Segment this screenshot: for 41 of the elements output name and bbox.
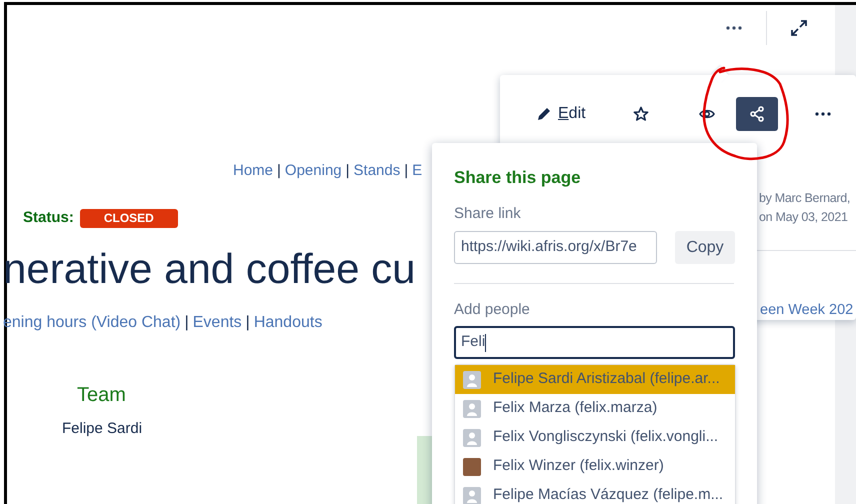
more-icon[interactable] bbox=[726, 26, 742, 30]
edit-button[interactable]: Edit bbox=[528, 97, 594, 131]
avatar-icon bbox=[463, 370, 481, 388]
page-link[interactable]: een Week 202 bbox=[760, 300, 854, 320]
share-link-field[interactable]: https://wiki.afris.org/x/Br7e bbox=[454, 231, 657, 264]
team-member: Felipe Sardi bbox=[62, 418, 142, 438]
suggestion-item[interactable]: Felipe Sardi Aristizabal (felipe.ar... bbox=[455, 365, 735, 394]
copy-button[interactable]: Copy bbox=[675, 231, 735, 264]
status-label: Status: bbox=[23, 208, 74, 228]
share-icon bbox=[748, 106, 765, 122]
separator: | bbox=[184, 312, 189, 332]
team-heading: Team bbox=[77, 382, 126, 406]
nav-link[interactable]: Home bbox=[233, 161, 274, 181]
separator: | bbox=[277, 161, 281, 181]
page-info: by Marc Bernard, bbox=[759, 190, 850, 207]
avatar-photo bbox=[463, 458, 481, 476]
nav-link[interactable]: Opening bbox=[284, 161, 342, 181]
avatar-icon bbox=[463, 486, 481, 504]
pencil-icon bbox=[536, 106, 552, 122]
separator: | bbox=[246, 312, 250, 332]
nav-link[interactable]: Handouts bbox=[254, 312, 322, 332]
share-button[interactable] bbox=[736, 97, 778, 131]
field-label: Share link bbox=[454, 204, 522, 224]
dialog-title: Share this page bbox=[454, 167, 582, 189]
suggestion-item[interactable]: Felix Winzer (felix.winzer) bbox=[455, 452, 735, 481]
suggestion-item[interactable]: Felipe Macías Vázquez (felipe.m... bbox=[455, 481, 735, 504]
suggestion-item[interactable]: Felix Vonglisczynski (felix.vongli... bbox=[455, 423, 735, 452]
status-badge: CLOSED bbox=[80, 208, 178, 228]
separator: | bbox=[404, 161, 408, 181]
field-label: Add people bbox=[454, 300, 531, 320]
nav-link[interactable]: Events bbox=[192, 312, 242, 332]
separator: | bbox=[346, 161, 350, 181]
expand-icon[interactable] bbox=[791, 20, 807, 36]
nav-link[interactable]: E bbox=[412, 161, 422, 181]
add-people-field[interactable]: Feli bbox=[454, 326, 735, 359]
star-icon bbox=[632, 106, 649, 122]
nav-link[interactable]: Stands bbox=[354, 161, 400, 181]
page-info: on May 03, 2021 bbox=[759, 209, 848, 226]
suggestion-item[interactable]: Felix Marza (felix.marza) bbox=[455, 394, 735, 423]
avatar-icon bbox=[463, 428, 481, 446]
avatar-icon bbox=[463, 400, 481, 418]
